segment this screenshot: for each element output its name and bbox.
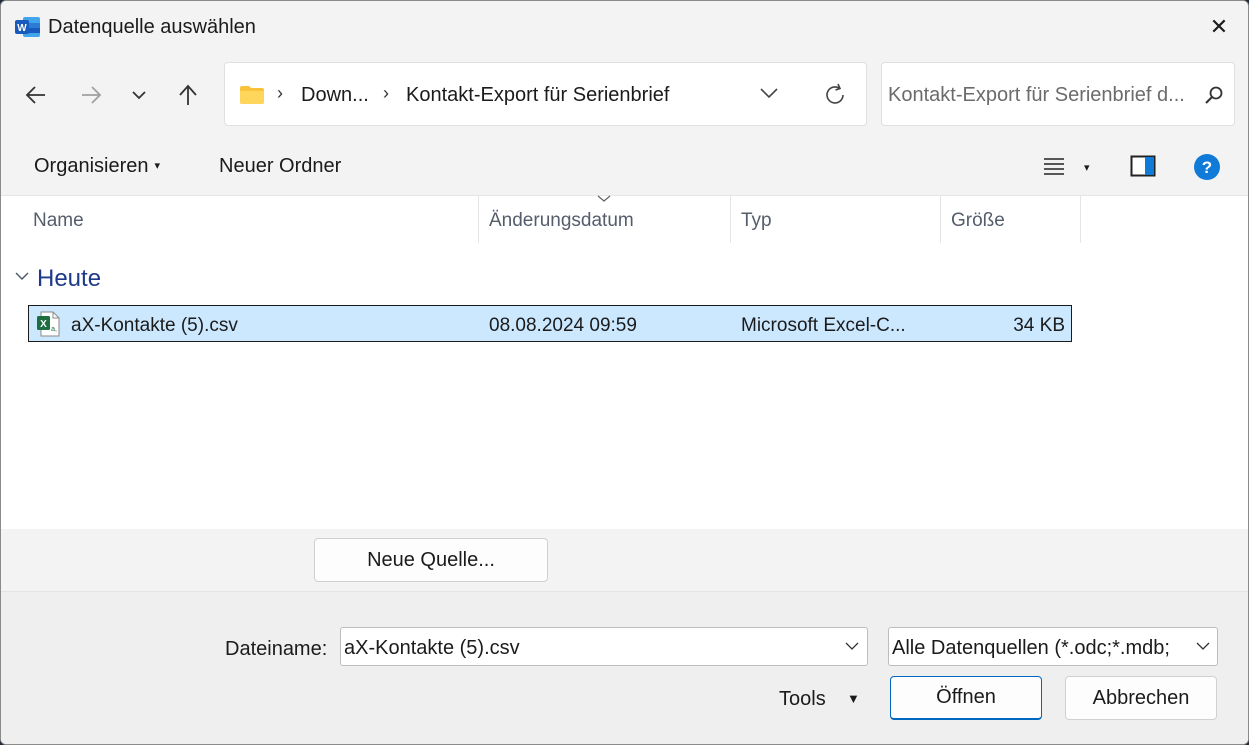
column-header-modified[interactable]: Änderungsdatum <box>489 210 634 232</box>
view-options-caret-icon[interactable]: ▾ <box>1084 161 1090 174</box>
address-history-chevron-icon[interactable] <box>759 87 779 99</box>
organize-label: Organisieren <box>34 155 149 177</box>
new-folder-button[interactable]: Neuer Ordner <box>219 155 341 178</box>
preview-pane-icon[interactable] <box>1130 155 1156 177</box>
word-icon: W <box>15 17 40 37</box>
help-icon[interactable]: ? <box>1193 153 1221 181</box>
organize-button[interactable]: Organisieren ▾ <box>34 155 160 178</box>
breadcrumb-separator: › <box>383 83 389 103</box>
title-bar: W Datenquelle auswählen ✕ <box>1 1 1248 53</box>
group-collapse-chevron-icon[interactable] <box>15 272 29 281</box>
filename-input[interactable]: aX-Kontakte (5).csv <box>344 637 834 660</box>
tools-label: Tools <box>779 688 826 710</box>
up-arrow-icon <box>179 84 197 105</box>
breadcrumb-downloads[interactable]: Down... <box>301 84 369 107</box>
svg-text:?: ? <box>1202 158 1212 177</box>
open-button[interactable]: Öffnen <box>890 676 1042 720</box>
column-divider[interactable] <box>940 196 941 243</box>
file-type-filter-select[interactable]: Alle Datenquellen (*.odc;*.mdb; <box>888 627 1218 666</box>
file-name: aX-Kontakte (5).csv <box>71 315 238 336</box>
back-arrow-icon <box>25 86 45 104</box>
new-folder-label: Neuer Ordner <box>219 155 342 177</box>
column-header-size[interactable]: Größe <box>951 210 1005 232</box>
close-button[interactable]: ✕ <box>1191 7 1247 47</box>
file-type: Microsoft Excel-C... <box>741 315 906 336</box>
breadcrumb-current-folder[interactable]: Kontakt-Export für Serienbrief <box>406 84 669 107</box>
refresh-icon[interactable] <box>823 83 847 107</box>
column-divider[interactable] <box>478 196 479 243</box>
address-bar[interactable]: › Down... › Kontakt-Export für Serienbri… <box>224 62 867 126</box>
column-header-type[interactable]: Typ <box>741 210 772 232</box>
cancel-label: Abbrechen <box>1092 686 1190 709</box>
window-title: Datenquelle auswählen <box>48 16 256 38</box>
command-bar: Organisieren ▾ Neuer Ordner ▾ ? <box>1 139 1248 196</box>
search-box[interactable]: Kontakt-Export für Serienbrief d... <box>881 62 1235 126</box>
up-button[interactable] <box>171 78 205 112</box>
open-label: Öffnen <box>936 686 996 708</box>
svg-text:X: X <box>40 319 47 330</box>
file-open-dialog: W Datenquelle auswählen ✕ › Down... › Ko… <box>0 0 1249 745</box>
column-divider[interactable] <box>730 196 731 243</box>
navigation-bar: › Down... › Kontakt-Export für Serienbri… <box>1 53 1248 139</box>
chevron-down-icon[interactable] <box>1196 642 1210 651</box>
close-icon: ✕ <box>1209 14 1229 39</box>
new-source-label: Neue Quelle... <box>367 548 495 571</box>
excel-csv-icon: a, X <box>37 311 60 337</box>
group-header-today[interactable]: Heute <box>37 265 101 293</box>
folder-icon <box>240 86 264 104</box>
chevron-down-icon[interactable] <box>845 642 859 651</box>
column-divider[interactable] <box>1080 196 1081 243</box>
caret-down-icon: ▼ <box>847 691 860 706</box>
forward-button[interactable] <box>74 78 108 112</box>
breadcrumb-separator: › <box>277 83 283 103</box>
file-type-filter-value: Alle Datenquellen (*.odc;*.mdb; <box>892 637 1170 659</box>
svg-text:a,: a, <box>51 326 57 333</box>
file-size: 34 KB <box>1013 315 1065 336</box>
search-icon <box>1205 86 1223 104</box>
new-source-button[interactable]: Neue Quelle... <box>314 538 548 582</box>
recent-locations-button[interactable] <box>122 78 156 112</box>
table-row[interactable]: a, X aX-Kontakte (5).csv 08.08.2024 09:5… <box>28 305 1072 342</box>
column-header-row: Name Änderungsdatum Typ Größe <box>1 196 1248 244</box>
file-modified: 08.08.2024 09:59 <box>489 315 637 336</box>
search-input[interactable]: Kontakt-Export für Serienbrief d... <box>888 84 1200 107</box>
forward-arrow-icon <box>82 86 102 104</box>
svg-text:W: W <box>17 23 27 34</box>
filename-label: Dateiname: <box>225 638 328 660</box>
footer-controls-panel <box>1 591 1248 744</box>
column-header-name[interactable]: Name <box>33 210 84 232</box>
chevron-down-icon <box>132 91 146 100</box>
caret-down-icon: ▾ <box>154 160 161 172</box>
back-button[interactable] <box>19 78 53 112</box>
cancel-button[interactable]: Abbrechen <box>1065 676 1217 720</box>
view-list-icon[interactable] <box>1042 156 1066 176</box>
filename-field[interactable]: aX-Kontakte (5).csv <box>340 627 868 666</box>
